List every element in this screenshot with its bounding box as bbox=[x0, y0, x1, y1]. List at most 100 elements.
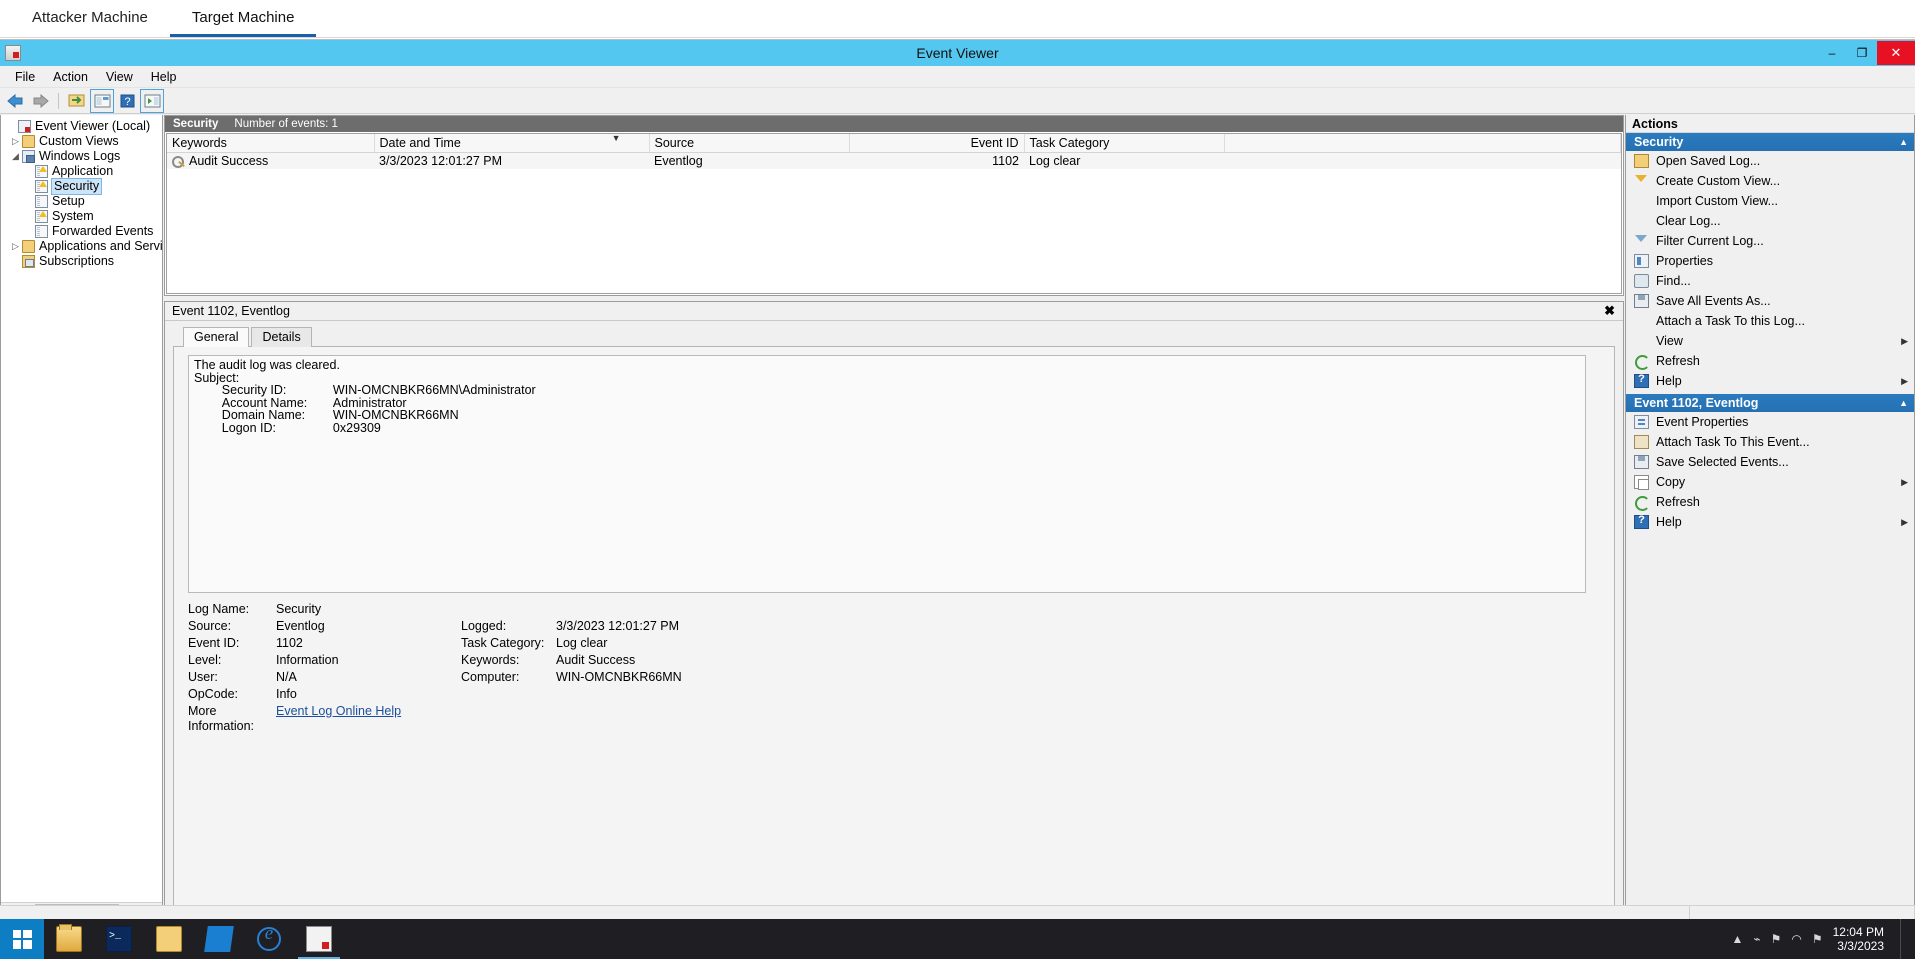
tab-attacker-machine[interactable]: Attacker Machine bbox=[10, 10, 170, 37]
chevron-right-icon: ▶ bbox=[1901, 476, 1908, 487]
forward-icon[interactable] bbox=[29, 90, 51, 112]
column-header-event-id[interactable]: Event ID bbox=[849, 134, 1025, 153]
taskbar-clock[interactable]: 12:04 PM 3/3/2023 bbox=[1833, 925, 1890, 953]
chevron-up-icon[interactable]: ▲ bbox=[1899, 398, 1908, 408]
action-help[interactable]: Help ▶ bbox=[1626, 371, 1914, 391]
action-copy[interactable]: Copy ▶ bbox=[1626, 472, 1914, 492]
column-header-date-and-time[interactable]: Date and Time ▼ bbox=[374, 134, 650, 153]
action-save-all-events-as[interactable]: Save All Events As... bbox=[1626, 291, 1914, 311]
tree-item-label: Windows Logs bbox=[39, 149, 121, 163]
column-header-spacer[interactable] bbox=[1224, 134, 1621, 153]
column-header-keywords[interactable]: Keywords bbox=[167, 134, 375, 153]
action-view[interactable]: View ▶ bbox=[1626, 331, 1914, 351]
action-properties[interactable]: Properties bbox=[1626, 251, 1914, 271]
tab-details[interactable]: Details bbox=[251, 327, 312, 347]
action-save-selected-events[interactable]: Save Selected Events... bbox=[1626, 452, 1914, 472]
chevron-up-icon[interactable]: ▲ bbox=[1899, 137, 1908, 147]
show-hidden-icons-chevron-icon[interactable]: ▲ bbox=[1731, 932, 1743, 946]
properties-icon[interactable] bbox=[90, 88, 114, 113]
action-filter-current-log[interactable]: Filter Current Log... bbox=[1626, 231, 1914, 251]
cell-keywords-text: Audit Success bbox=[189, 153, 269, 168]
taskbar-item-event-viewer[interactable] bbox=[294, 919, 344, 959]
minimize-button[interactable]: – bbox=[1817, 41, 1847, 65]
tree-item-windows-logs[interactable]: ◢ Windows Logs bbox=[3, 149, 162, 164]
show-desktop-button[interactable] bbox=[1900, 919, 1907, 959]
volume-icon[interactable]: ◠ bbox=[1791, 932, 1801, 946]
toolbar-separator bbox=[58, 92, 59, 109]
close-button[interactable]: ✕ bbox=[1877, 41, 1915, 65]
tree-item-forwarded-events[interactable]: Forwarded Events bbox=[3, 224, 162, 239]
taskbar-item-internet-explorer[interactable] bbox=[244, 919, 294, 959]
meta-label-task-category: Task Category: bbox=[461, 636, 545, 650]
action-label: Refresh bbox=[1656, 495, 1700, 509]
tree-item-applications-and-services-logs[interactable]: ▷ Applications and Services Lo bbox=[3, 239, 162, 254]
meta-label-user: User: bbox=[188, 670, 218, 684]
network-icon[interactable]: ⌁ bbox=[1753, 932, 1760, 946]
menu-file[interactable]: File bbox=[6, 68, 44, 86]
event-list-area: Security Number of events: 1 Keywords Da… bbox=[164, 115, 1624, 296]
tree-item-setup[interactable]: Setup bbox=[3, 194, 162, 209]
tree-item-event-viewer-local[interactable]: Event Viewer (Local) bbox=[3, 119, 162, 134]
action-attach-task-to-this-event[interactable]: Attach Task To This Event... bbox=[1626, 432, 1914, 452]
taskbar-item-server-manager[interactable] bbox=[194, 919, 244, 959]
action-help-event[interactable]: Help ▶ bbox=[1626, 512, 1914, 532]
tree-item-application[interactable]: Application bbox=[3, 164, 162, 179]
start-button[interactable] bbox=[0, 919, 44, 959]
maximize-button[interactable]: ❐ bbox=[1847, 41, 1877, 65]
meta-label-keywords: Keywords: bbox=[461, 653, 520, 667]
action-clear-log[interactable]: Clear Log... bbox=[1626, 211, 1914, 231]
menu-action[interactable]: Action bbox=[44, 68, 97, 86]
menu-help[interactable]: Help bbox=[142, 68, 186, 86]
meta-label-source: Source: bbox=[188, 619, 232, 633]
meta-value-blank-5 bbox=[556, 687, 1614, 702]
event-log-online-help-link[interactable]: Event Log Online Help bbox=[276, 704, 461, 734]
action-refresh[interactable]: Refresh bbox=[1626, 351, 1914, 371]
action-find[interactable]: Find... bbox=[1626, 271, 1914, 291]
action-label: Help bbox=[1656, 374, 1682, 388]
column-header-source[interactable]: Source bbox=[649, 134, 850, 153]
table-row[interactable]: Audit Success 3/3/2023 12:01:27 PM Event… bbox=[167, 152, 1621, 169]
action-label: Attach Task To This Event... bbox=[1656, 435, 1810, 449]
blank-icon bbox=[1634, 314, 1649, 328]
action-create-custom-view[interactable]: Create Custom View... bbox=[1626, 171, 1914, 191]
chevron-down-icon[interactable]: ◢ bbox=[9, 149, 22, 164]
taskbar-item-file-explorer-pinned[interactable] bbox=[44, 919, 94, 959]
event-detail-pane: Event 1102, Eventlog ✖ General Details T… bbox=[164, 301, 1624, 919]
menu-view[interactable]: View bbox=[97, 68, 142, 86]
tree-item-custom-views[interactable]: ▷ Custom Views bbox=[3, 134, 162, 149]
action-center-icon[interactable]: ⚑ bbox=[1812, 932, 1823, 946]
back-icon[interactable] bbox=[4, 90, 26, 112]
flag-icon[interactable]: ⚑ bbox=[1771, 932, 1782, 946]
tab-target-machine[interactable]: Target Machine bbox=[169, 10, 317, 37]
action-open-saved-log[interactable]: Open Saved Log... bbox=[1626, 151, 1914, 171]
tree-item-subscriptions[interactable]: Subscriptions bbox=[3, 254, 162, 269]
show-hide-action-pane-icon[interactable] bbox=[140, 88, 164, 113]
chevron-right-icon[interactable]: ▷ bbox=[9, 134, 22, 149]
show-hide-tree-icon[interactable] bbox=[66, 90, 88, 112]
actions-group-header-event[interactable]: Event 1102, Eventlog ▲ bbox=[1626, 394, 1914, 412]
status-segment-right bbox=[1690, 906, 1915, 919]
tree-item-system[interactable]: System bbox=[3, 209, 162, 224]
tab-general[interactable]: General bbox=[183, 327, 250, 347]
meta-value-blank-0 bbox=[556, 602, 1614, 617]
help-icon[interactable]: ? bbox=[116, 90, 138, 112]
copy-icon bbox=[1634, 475, 1649, 490]
event-message-text: The audit log was cleared. Subject: Secu… bbox=[194, 358, 536, 435]
column-header-task-category[interactable]: Task Category bbox=[1024, 134, 1225, 153]
close-icon[interactable]: ✖ bbox=[1600, 303, 1619, 319]
action-label: Clear Log... bbox=[1656, 214, 1721, 228]
meta-label-blank-0 bbox=[461, 602, 556, 617]
actions-group-header-security[interactable]: Security ▲ bbox=[1626, 133, 1914, 151]
help-icon bbox=[1634, 373, 1649, 388]
action-refresh-event[interactable]: Refresh bbox=[1626, 492, 1914, 512]
tree-item-security[interactable]: Security bbox=[3, 178, 162, 195]
action-label: Open Saved Log... bbox=[1656, 154, 1761, 168]
taskbar-item-powershell[interactable] bbox=[94, 919, 144, 959]
action-event-properties[interactable]: Event Properties bbox=[1626, 412, 1914, 432]
taskbar-item-file-explorer[interactable] bbox=[144, 919, 194, 959]
action-import-custom-view[interactable]: Import Custom View... bbox=[1626, 191, 1914, 211]
action-attach-task-to-this-log[interactable]: Attach a Task To this Log... bbox=[1626, 311, 1914, 331]
machine-tab-bar: Attacker Machine Target Machine bbox=[0, 0, 1915, 38]
event-message-box[interactable]: The audit log was cleared. Subject: Secu… bbox=[188, 355, 1586, 593]
chevron-right-icon[interactable]: ▷ bbox=[9, 239, 22, 254]
